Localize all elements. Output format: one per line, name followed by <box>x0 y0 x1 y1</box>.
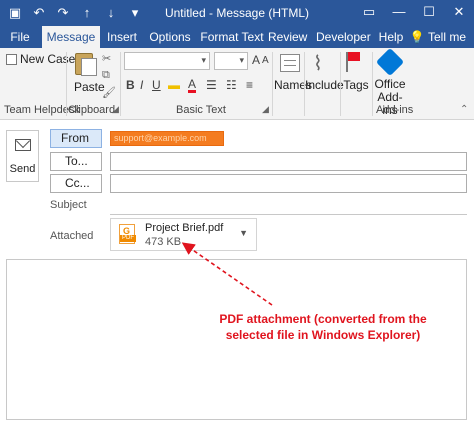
annotation-line1: PDF attachment (converted from the <box>219 312 427 326</box>
annotation-arrow <box>181 242 273 306</box>
annotation-line2: selected file in Windows Explorer) <box>225 328 421 342</box>
annotation-text: PDF attachment (converted from the selec… <box>188 311 458 343</box>
